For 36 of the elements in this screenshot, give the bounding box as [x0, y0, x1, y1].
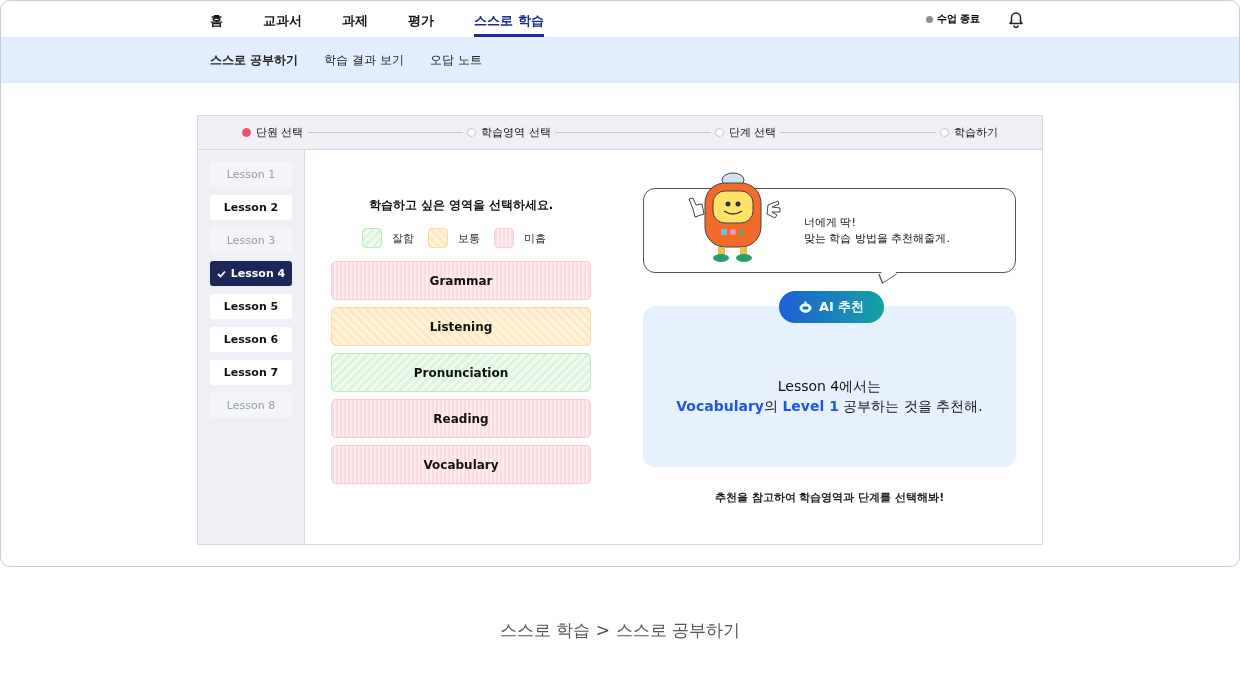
subnav-tab[interactable]: 오답 노트 — [429, 51, 482, 69]
legend-label: 미흡 — [524, 230, 546, 246]
lesson-button[interactable]: Lesson 5 — [210, 294, 292, 319]
legend-label: 잘함 — [392, 230, 414, 246]
speech-text: 너에게 딱! — [804, 214, 857, 231]
robot-icon — [799, 301, 812, 313]
area-button[interactable]: Listening — [331, 307, 591, 346]
bell-icon[interactable] — [1006, 9, 1026, 29]
lesson-button[interactable]: Lesson 7 — [210, 360, 292, 385]
area-button[interactable]: Reading — [331, 399, 591, 438]
subnav-tab[interactable]: 학습 결과 보기 — [324, 51, 404, 69]
area-button[interactable]: Pronunciation — [331, 353, 591, 392]
area-prompt: 학습하고 싶은 영역을 선택하세요. — [367, 198, 555, 213]
nav-tab[interactable]: 홈 — [210, 1, 223, 37]
lesson-button[interactable]: Lesson 2 — [210, 195, 292, 220]
ai-recommend-badge[interactable]: AI 추천 — [779, 291, 885, 323]
step-label: 학습하기 — [954, 125, 998, 140]
lesson-button[interactable]: Lesson 6 — [210, 327, 292, 352]
area-button[interactable]: Vocabulary — [331, 445, 591, 484]
area-button[interactable]: Grammar — [331, 261, 591, 300]
nav-tab[interactable]: 과제 — [342, 1, 368, 37]
step-label: 학습영역 선택 — [481, 125, 551, 140]
recommendation-text: Lesson 4에서는 — [777, 376, 882, 396]
nav-tab[interactable]: 평가 — [408, 1, 434, 37]
speech-text: 맞는 학습 방법을 추천해줄게. — [804, 230, 950, 247]
end-class-button[interactable]: 수업 종료 — [925, 12, 980, 26]
subnav-tab[interactable]: 스스로 공부하기 — [210, 51, 299, 69]
lesson-button[interactable]: Lesson 4 — [210, 261, 292, 286]
check-icon — [216, 269, 226, 278]
nav-tab[interactable]: 교과서 — [263, 1, 302, 37]
step-label: 단원 선택 — [256, 125, 304, 140]
hint-text: 추천을 참고하여 학습영역과 단계를 선택해봐! — [713, 490, 946, 505]
legend-label: 보통 — [458, 230, 480, 246]
recommendation-text: Vocabulary의 Level 1 공부하는 것을 추천해. — [676, 396, 983, 416]
breadcrumb-caption: 스스로 학습 > 스스로 공부하기 — [499, 619, 741, 642]
step-label: 단계 선택 — [728, 125, 777, 140]
